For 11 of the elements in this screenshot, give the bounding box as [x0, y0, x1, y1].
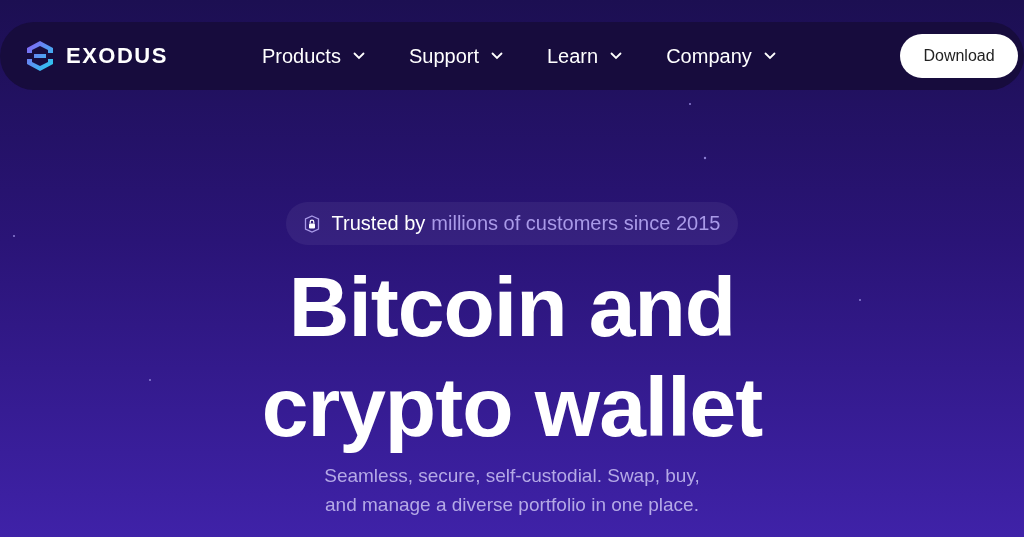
- subtitle: Seamless, secure, self-custodial. Swap, buy, and manage a diverse portfolio in one place.: [324, 464, 700, 517]
- nav-menu-item[interactable]: Learn: [547, 44, 623, 68]
- download-button[interactable]: Download: [900, 34, 1018, 78]
- nav-menu-item[interactable]: Support: [408, 44, 503, 68]
- badge-text: millions of customers since 2015: [431, 212, 721, 235]
- nav-menu-item[interactable]: Products: [262, 44, 365, 68]
- brand-name[interactable]: EXODUS: [66, 43, 168, 69]
- nav-menu-item[interactable]: Company: [666, 44, 776, 68]
- lock-shield-icon: [303, 214, 320, 233]
- headline: Bitcoin and crypto wallet: [261, 259, 763, 456]
- badge-lead-text: Trusted by: [331, 212, 426, 235]
